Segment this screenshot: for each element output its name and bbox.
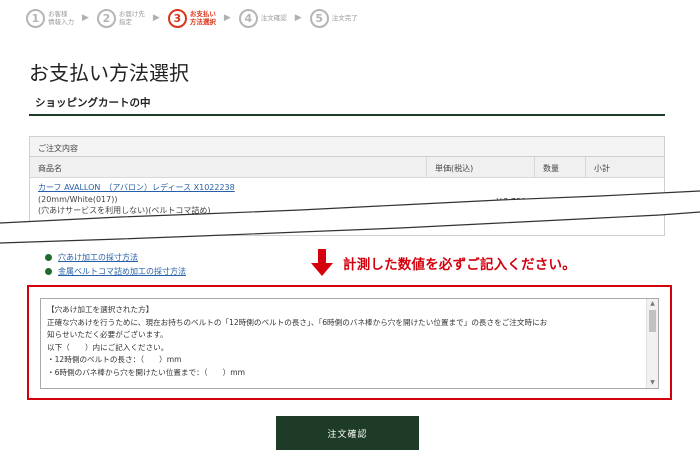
chevron-right-icon: ▶ — [152, 13, 160, 23]
order-confirm-button[interactable]: 注文確認 — [276, 416, 419, 450]
column-header-subtotal: 小計 — [585, 157, 664, 177]
metal-band-measure-link[interactable]: 金属ベルトコマ詰め加工の採寸方法 — [58, 266, 186, 277]
step-number: 3 — [167, 8, 187, 28]
remarks-line: ・6時側のバネ棒から穴を開けたい位置まで：（ ）mm — [47, 367, 246, 377]
step-number: 5 — [309, 8, 329, 28]
step-label: お客様 情報入力 — [48, 10, 74, 26]
step-number: 4 — [238, 8, 258, 28]
remarks-textarea[interactable]: 【穴あけ加工を選択された方】 正確な穴あけを行うために、現在お持ちのベルトの「1… — [40, 298, 659, 389]
arrow-down-icon — [311, 249, 333, 276]
bullet-icon — [45, 253, 52, 261]
list-item: 穴あけ加工の採寸方法 — [45, 250, 186, 264]
notice-text: 計測した数値を必ずご記入ください。 — [343, 257, 576, 273]
checkout-steps: 1 お客様 情報入力 ▶ 2 お届け先 指定 ▶ 3 お支払い 方法選択 ▶ 4… — [26, 8, 358, 28]
step-delivery: 2 お届け先 指定 — [96, 8, 145, 28]
order-caption: ご注文内容 — [30, 137, 664, 157]
list-item: 金属ベルトコマ詰め加工の採寸方法 — [45, 264, 186, 278]
remarks-line: ・12時側のベルトの長さ：（ ）mm — [47, 355, 182, 365]
scroll-up-icon[interactable]: ▲ — [647, 299, 658, 309]
textarea-scrollbar[interactable]: ▲ ▼ — [646, 299, 658, 388]
section-title: ショッピングカートの中 — [35, 97, 151, 109]
step-number: 2 — [96, 8, 116, 28]
scroll-down-icon[interactable]: ▼ — [647, 378, 658, 388]
step-label: 注文完了 — [331, 14, 358, 22]
step-number: 1 — [26, 8, 45, 28]
remarks-text: 【穴あけ加工を選択された方】 正確な穴あけを行うために、現在お持ちのベルトの「1… — [47, 304, 647, 380]
chevron-right-icon: ▶ — [223, 13, 231, 23]
torn-paper-break — [0, 190, 700, 244]
step-confirm: 4 注文確認 — [238, 8, 287, 28]
remarks-line: 以下（ ）内にご記入ください。 — [47, 342, 169, 352]
column-header-quantity: 数量 — [534, 157, 585, 177]
column-header-price: 単価(税込) — [426, 157, 534, 177]
step-label: お支払い 方法選択 — [189, 10, 216, 26]
step-label: お届け先 指定 — [118, 10, 145, 26]
bullet-icon — [45, 267, 52, 275]
scrollbar-thumb[interactable] — [649, 310, 656, 332]
step-complete: 5 注文完了 — [309, 8, 358, 28]
section-header: ショッピングカートの中 — [29, 90, 665, 116]
order-table-header: 商品名 単価(税込) 数量 小計 — [30, 157, 664, 178]
step-payment-method: 3 お支払い 方法選択 — [167, 8, 216, 28]
hole-punch-measure-link[interactable]: 穴あけ加工の採寸方法 — [58, 252, 138, 263]
step-label: 注文確認 — [260, 14, 287, 22]
remarks-line: 知らせいただく必要がございます。 — [47, 330, 168, 340]
column-header-product: 商品名 — [38, 164, 62, 173]
remarks-line: 【穴あけ加工を選択された方】 — [47, 305, 154, 314]
remarks-line: 正確な穴あけを行うために、現在お持ちのベルトの「12時側のベルトの長さ」、「6時… — [47, 317, 548, 327]
page-title: お支払い方法選択 — [29, 61, 189, 86]
chevron-right-icon: ▶ — [294, 13, 302, 23]
remarks-highlight-box: 【穴あけ加工を選択された方】 正確な穴あけを行うために、現在お持ちのベルトの「1… — [27, 285, 672, 400]
measurement-links: 穴あけ加工の採寸方法 金属ベルトコマ詰め加工の採寸方法 — [45, 250, 186, 278]
step-customer-info: 1 お客様 情報入力 — [26, 8, 74, 28]
chevron-right-icon: ▶ — [82, 13, 89, 23]
